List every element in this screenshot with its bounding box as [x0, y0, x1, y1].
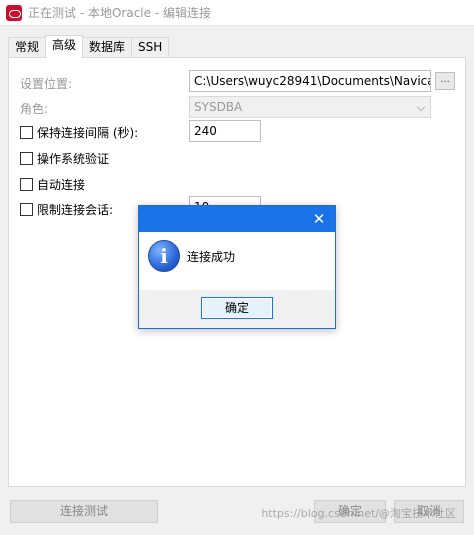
keepalive-row: 保持连接间隔 (秒): [20, 124, 138, 141]
role-label: 角色: [20, 102, 49, 116]
settings-location-label: 设置位置: [20, 77, 73, 91]
keepalive-checkbox[interactable] [20, 126, 33, 139]
tab-ssh[interactable]: SSH [131, 37, 170, 58]
dialog-ok-button[interactable]: 确定 [201, 297, 273, 319]
role-select-value: SYSDBA [194, 100, 243, 114]
tab-general[interactable]: 常规 [8, 37, 47, 58]
keepalive-input[interactable]: 240 [189, 120, 261, 142]
os-auth-checkbox[interactable] [20, 152, 33, 165]
auto-connect-label: 自动连接 [37, 178, 86, 192]
window-titlebar[interactable]: 正在测试 - 本地Oracle - 编辑连接 [0, 0, 474, 26]
role-select[interactable]: SYSDBA [189, 96, 431, 118]
os-auth-row: 操作系统验证 [20, 150, 109, 167]
chevron-down-icon [416, 102, 426, 112]
auto-connect-row: 自动连接 [20, 176, 85, 193]
window-title: 正在测试 - 本地Oracle - 编辑连接 [28, 6, 211, 20]
dialog-body: i 连接成功 [139, 232, 335, 292]
limit-sessions-checkbox[interactable] [20, 203, 33, 216]
info-icon: i [148, 240, 180, 272]
connection-editor-window: 正在测试 - 本地Oracle - 编辑连接 常规 高级 数据库 SSH 设置位… [0, 0, 474, 535]
tab-advanced[interactable]: 高级 [45, 35, 84, 58]
connection-success-dialog: ✕ i 连接成功 确定 [138, 205, 336, 329]
dialog-titlebar[interactable]: ✕ [139, 206, 335, 232]
dialog-footer: 确定 [139, 290, 335, 328]
auto-connect-checkbox[interactable] [20, 178, 33, 191]
navicat-oracle-icon [6, 4, 22, 21]
test-connection-button[interactable]: 连接测试 [10, 500, 158, 523]
os-auth-label: 操作系统验证 [37, 152, 110, 166]
limit-sessions-row: 限制连接会话: [20, 201, 113, 218]
tab-databases[interactable]: 数据库 [82, 37, 133, 58]
keepalive-label: 保持连接间隔 (秒): [37, 126, 139, 140]
limit-sessions-label: 限制连接会话: [37, 203, 114, 217]
tab-bar: 常规 高级 数据库 SSH [8, 35, 170, 58]
dialog-message: 连接成功 [187, 250, 236, 264]
watermark: https://blog.csdn.net/@淘宝技术社区 [261, 507, 456, 520]
browse-button[interactable]: ... [435, 72, 455, 90]
settings-location-input[interactable]: C:\Users\wuyc28941\Documents\Navicat\ [189, 70, 431, 92]
close-icon[interactable]: ✕ [309, 209, 329, 229]
